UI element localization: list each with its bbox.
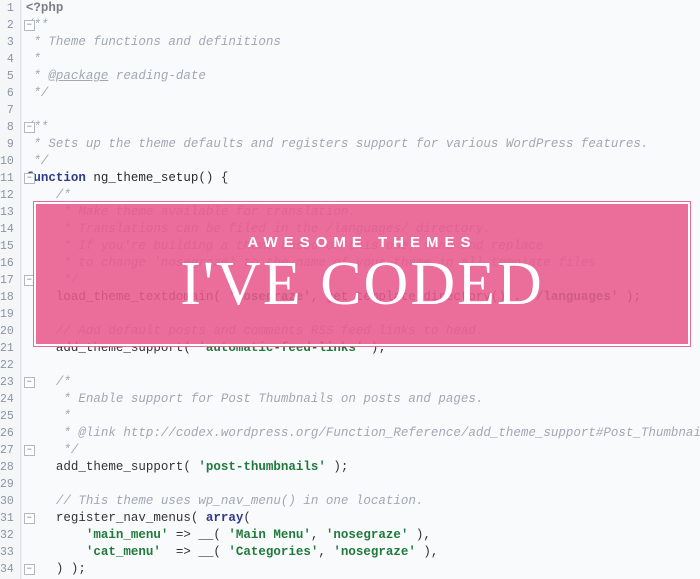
line-number: 8 [0,119,14,136]
code-line [26,476,700,493]
code-line: function ng_theme_setup() { [26,170,700,187]
line-number: 13 [0,204,14,221]
fold-column: −−−−−−−− [21,0,22,579]
line-number: 19 [0,306,14,323]
code-line: * Enable support for Post Thumbnails on … [26,391,700,408]
line-number: 15 [0,238,14,255]
line-number: 27 [0,442,14,459]
line-number: 6 [0,85,14,102]
line-number: 34 [0,561,14,578]
line-number: 4 [0,51,14,68]
line-number: 30 [0,493,14,510]
line-number: 5 [0,68,14,85]
code-line: * Sets up the theme defaults and registe… [26,136,700,153]
line-number: 16 [0,255,14,272]
fold-toggle-icon[interactable]: − [24,513,35,524]
overlay-title: I'VE CODED [180,253,544,315]
code-line [26,357,700,374]
line-number: 21 [0,340,14,357]
line-number: 28 [0,459,14,476]
line-number: 23 [0,374,14,391]
code-line: * [26,51,700,68]
line-number: 32 [0,527,14,544]
code-line: 'main_menu' => __( 'Main Menu', 'nosegra… [26,527,700,544]
code-line: 'cat_menu' => __( 'Categories', 'nosegra… [26,544,700,561]
code-line: add_theme_support( 'post-thumbnails' ); [26,459,700,476]
code-line: // This theme uses wp_nav_menu() in one … [26,493,700,510]
line-number: 11 [0,170,14,187]
code-line: */ [26,85,700,102]
line-number: 2 [0,17,14,34]
code-line: <?php [26,0,700,17]
line-number: 26 [0,425,14,442]
line-number: 29 [0,476,14,493]
promo-overlay: AWESOME THEMES I'VE CODED [34,202,690,346]
line-number: 3 [0,34,14,51]
code-line: */ [26,442,700,459]
code-line: /** [26,17,700,34]
line-number: 33 [0,544,14,561]
fold-toggle-icon[interactable]: − [24,20,35,31]
line-number: 22 [0,357,14,374]
fold-toggle-icon[interactable]: − [24,564,35,575]
fold-toggle-icon[interactable]: − [24,445,35,456]
code-line: register_nav_menus( array( [26,510,700,527]
code-line: * Theme functions and definitions [26,34,700,51]
code-line: * @link http://codex.wordpress.org/Funct… [26,425,700,442]
line-number: 7 [0,102,14,119]
line-number: 25 [0,408,14,425]
line-number: 20 [0,323,14,340]
line-number: 1 [0,0,14,17]
line-number: 10 [0,153,14,170]
code-line: ) ); [26,561,700,578]
fold-toggle-icon[interactable]: − [24,377,35,388]
code-line [26,102,700,119]
line-number: 17 [0,272,14,289]
line-number: 18 [0,289,14,306]
code-line: /* [26,374,700,391]
line-number: 9 [0,136,14,153]
overlay-subtitle: AWESOME THEMES [247,234,476,251]
code-line: * @package reading-date [26,68,700,85]
fold-toggle-icon[interactable]: − [24,122,35,133]
code-line: * [26,408,700,425]
line-number: 31 [0,510,14,527]
code-line: /** [26,119,700,136]
fold-toggle-icon[interactable]: − [24,173,35,184]
line-number-gutter: 1234567891011121314151617181920212223242… [0,0,21,579]
line-number: 24 [0,391,14,408]
line-number: 12 [0,187,14,204]
code-line: */ [26,153,700,170]
line-number: 14 [0,221,14,238]
